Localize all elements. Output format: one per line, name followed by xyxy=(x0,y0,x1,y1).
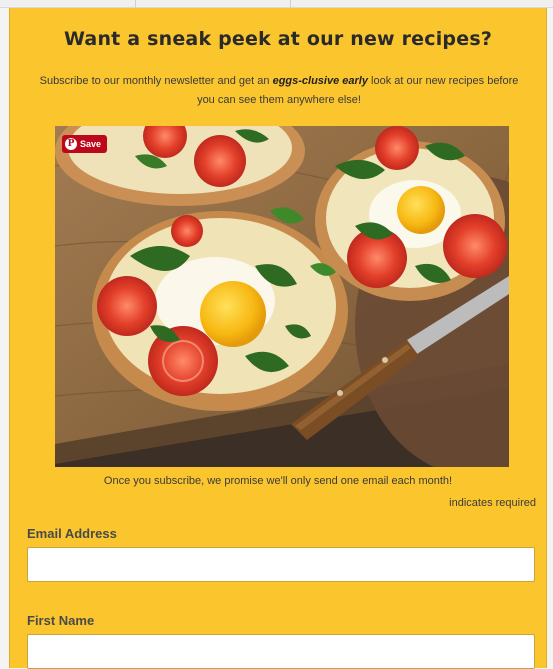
intro-text-start: Subscribe to our monthly newsletter and … xyxy=(39,75,273,87)
tab-divider xyxy=(290,0,291,8)
tab-divider xyxy=(135,0,136,8)
pinterest-save-button[interactable]: P Save xyxy=(62,135,108,153)
pinterest-icon: P xyxy=(65,138,77,150)
newsletter-signup-panel: Want a sneak peek at our new recipes? Su… xyxy=(9,8,547,669)
email-address-label: Email Address xyxy=(27,526,117,541)
first-name-label: First Name xyxy=(27,613,95,628)
pinterest-save-label: Save xyxy=(80,139,102,149)
window-top-strip xyxy=(0,0,553,8)
recipe-photo: P Save xyxy=(55,126,509,467)
signup-intro-text: Subscribe to our monthly newsletter and … xyxy=(34,72,524,110)
first-name-input[interactable] xyxy=(27,634,535,669)
pita-pizza-illustration xyxy=(55,126,509,467)
required-fields-note: indicates required xyxy=(449,497,536,509)
intro-emphasis: eggs-clusive early xyxy=(272,75,368,87)
signup-heading: Want a sneak peek at our new recipes? xyxy=(63,28,493,50)
subscribe-promise-text: Once you subscribe, we promise we'll onl… xyxy=(103,475,453,487)
email-address-input[interactable] xyxy=(27,547,535,582)
